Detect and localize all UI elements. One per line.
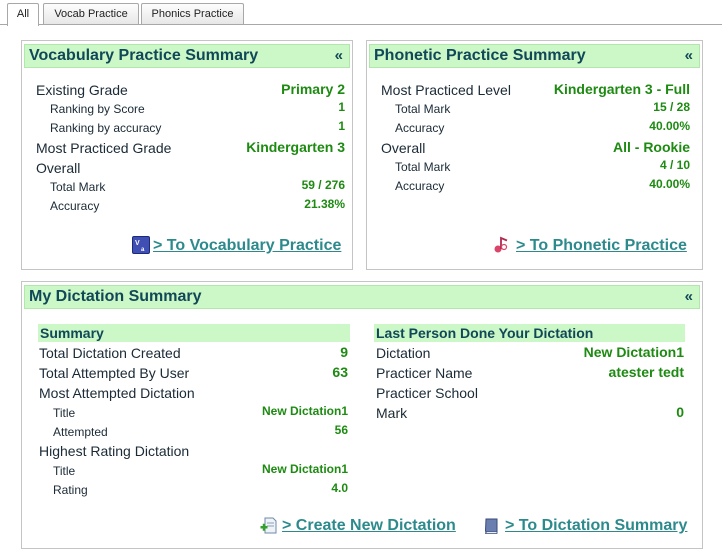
most-practiced-level-value: Kindergarten 3 - Full xyxy=(553,81,690,97)
most-attempted-label: Most Attempted Dictation xyxy=(39,385,195,401)
ranking-score-value: 1 xyxy=(338,100,345,114)
dictation-summary-header: My Dictation Summary « xyxy=(24,285,700,309)
level-total-mark-label: Total Mark xyxy=(395,102,451,116)
mark-value: 0 xyxy=(676,404,684,420)
vocab-summary-header: Vocabulary Practice Summary « xyxy=(24,44,350,68)
rating-label: Rating xyxy=(53,483,88,497)
phonetic-overall-value: All - Rookie xyxy=(612,139,690,155)
last-dictation-label: Dictation xyxy=(376,345,431,361)
total-attempted-value: 63 xyxy=(332,364,348,380)
phonetic-summary-header: Phonetic Practice Summary « xyxy=(369,44,700,68)
new-document-icon[interactable] xyxy=(260,517,278,535)
practicer-name-label: Practicer Name xyxy=(376,365,473,381)
overall-total-mark-label: Total Mark xyxy=(395,160,451,174)
to-phonetic-practice-link[interactable]: > To Phonetic Practice xyxy=(516,237,687,255)
most-practiced-level-label: Most Practiced Level xyxy=(381,82,511,98)
tab-vocab-practice[interactable]: Vocab Practice xyxy=(43,3,139,24)
total-created-value: 9 xyxy=(340,344,348,360)
highest-rating-title-value: New Dictation1 xyxy=(261,462,348,476)
book-icon[interactable] xyxy=(483,517,501,535)
vocab-accuracy-value: 21.38% xyxy=(304,197,345,211)
vocab-summary-panel: Vocabulary Practice Summary « Existing G… xyxy=(21,40,353,270)
dictation-summary-title: My Dictation Summary xyxy=(29,288,202,305)
most-attempted-title-value: New Dictation1 xyxy=(261,404,348,418)
vocab-collapse-button[interactable]: « xyxy=(335,45,343,67)
most-practiced-grade-value: Kindergarten 3 xyxy=(246,139,345,155)
level-accuracy-label: Accuracy xyxy=(395,121,445,135)
phonetic-summary-title: Phonetic Practice Summary xyxy=(374,47,586,64)
level-accuracy-value: 40.00% xyxy=(649,119,690,133)
vocab-total-mark-label: Total Mark xyxy=(50,180,106,194)
existing-grade-label: Existing Grade xyxy=(36,82,128,98)
ranking-accuracy-value: 1 xyxy=(338,119,345,133)
vocab-book-icon[interactable]: V a xyxy=(132,236,150,254)
summary-section-header: Summary xyxy=(38,324,350,342)
vocab-overall-label: Overall xyxy=(36,160,81,176)
most-attempted-title-label: Title xyxy=(53,406,76,420)
practicer-name-value: atester tedt xyxy=(608,364,684,380)
music-note-icon[interactable] xyxy=(492,236,510,254)
phonetic-overall-label: Overall xyxy=(381,140,426,156)
phonetic-summary-panel: Phonetic Practice Summary « Most Practic… xyxy=(366,40,703,270)
to-vocabulary-practice-link[interactable]: > To Vocabulary Practice xyxy=(153,237,341,255)
total-created-label: Total Dictation Created xyxy=(39,345,181,361)
ranking-accuracy-label: Ranking by accuracy xyxy=(50,121,162,135)
tab-phonics-practice[interactable]: Phonics Practice xyxy=(141,3,244,24)
mark-label: Mark xyxy=(376,405,408,421)
phonetic-collapse-button[interactable]: « xyxy=(685,45,693,67)
vocab-summary-title: Vocabulary Practice Summary xyxy=(29,47,259,64)
ranking-score-label: Ranking by Score xyxy=(50,102,145,116)
level-total-mark-value: 15 / 28 xyxy=(653,100,690,114)
create-new-dictation-link[interactable]: > Create New Dictation xyxy=(282,517,456,535)
most-practiced-grade-label: Most Practiced Grade xyxy=(36,140,172,156)
overall-accuracy-value: 40.00% xyxy=(649,177,690,191)
svg-text:V: V xyxy=(135,240,140,247)
tab-bar: All Vocab Practice Phonics Practice xyxy=(0,0,722,26)
rating-value: 4.0 xyxy=(331,481,348,495)
tab-all[interactable]: All xyxy=(7,3,39,26)
vocab-total-mark-value: 59 / 276 xyxy=(301,178,345,192)
attempted-label: Attempted xyxy=(53,425,108,439)
overall-accuracy-label: Accuracy xyxy=(395,179,445,193)
dictation-collapse-button[interactable]: « xyxy=(685,286,693,308)
tab-bar-line xyxy=(0,24,722,25)
to-dictation-summary-link[interactable]: > To Dictation Summary xyxy=(505,517,687,535)
vocab-accuracy-label: Accuracy xyxy=(50,199,100,213)
practicer-school-label: Practicer School xyxy=(376,385,478,401)
highest-rating-label: Highest Rating Dictation xyxy=(39,443,190,459)
attempted-value: 56 xyxy=(334,423,348,437)
last-dictation-value: New Dictation1 xyxy=(583,344,684,360)
highest-rating-title-label: Title xyxy=(53,464,76,478)
dictation-summary-panel: My Dictation Summary « Summary Total Dic… xyxy=(21,281,703,549)
total-attempted-label: Total Attempted By User xyxy=(39,365,190,381)
last-person-section-header: Last Person Done Your Dictation xyxy=(374,324,685,342)
existing-grade-value: Primary 2 xyxy=(281,81,345,97)
overall-total-mark-value: 4 / 10 xyxy=(659,158,690,172)
